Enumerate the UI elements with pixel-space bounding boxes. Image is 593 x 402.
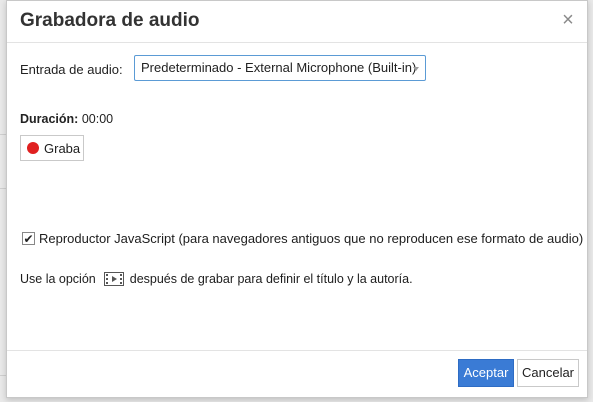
record-button[interactable]: Graba <box>20 135 84 161</box>
duration-label: Duración: <box>20 112 79 126</box>
duration-display: Duración: 00:00 <box>20 112 113 126</box>
record-button-label: Graba <box>44 140 81 156</box>
hint-before: Use la opción <box>20 272 96 286</box>
hint-after: después de grabar para definir el título… <box>129 272 413 286</box>
accept-button[interactable]: Aceptar <box>458 359 514 387</box>
dialog-title: Grabadora de audio <box>20 10 200 31</box>
js-player-label: Reproductor JavaScript (para navegadores… <box>39 231 584 246</box>
js-player-option: ✔ Reproductor JavaScript (para navegador… <box>22 231 583 246</box>
audio-recorder-dialog: Grabadora de audio × Entrada de audio: P… <box>6 0 588 398</box>
close-icon[interactable]: × <box>558 10 578 30</box>
dialog-header: Grabadora de audio × <box>7 1 587 43</box>
audio-input-label: Entrada de audio: <box>20 61 123 77</box>
dialog-footer: Aceptar Cancelar <box>7 350 587 397</box>
cancel-button[interactable]: Cancelar <box>517 359 579 387</box>
record-dot-icon <box>27 142 39 154</box>
media-film-icon <box>103 272 124 286</box>
duration-value: 00:00 <box>81 112 114 126</box>
audio-input-row: Entrada de audio: <box>20 56 123 82</box>
js-player-checkbox[interactable]: ✔ <box>22 232 35 245</box>
chevron-down-icon <box>413 67 419 71</box>
hint-text: Use la opción después de grabar para def… <box>20 272 413 286</box>
audio-input-select[interactable]: Predeterminado - External Microphone (Bu… <box>134 55 426 81</box>
audio-input-selected-value: Predeterminado - External Microphone (Bu… <box>141 60 417 75</box>
